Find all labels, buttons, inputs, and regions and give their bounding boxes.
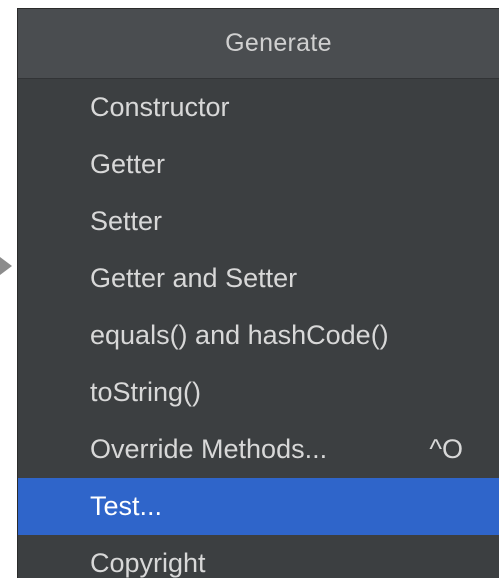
menu-item-label: Copyright (90, 548, 206, 578)
generate-popup-menu: Generate Constructor Getter Setter Gette… (17, 8, 499, 578)
pointer-arrow-icon (0, 257, 12, 275)
menu-item-constructor[interactable]: Constructor (18, 79, 499, 136)
menu-item-label: Getter and Setter (90, 263, 298, 293)
menu-list: Constructor Getter Setter Getter and Set… (18, 79, 499, 578)
menu-item-override-methods[interactable]: Override Methods... ^O (18, 421, 499, 478)
menu-item-setter[interactable]: Setter (18, 193, 499, 250)
popup-header: Generate (18, 9, 499, 79)
menu-item-label: equals() and hashCode() (90, 320, 389, 350)
menu-item-label: Setter (90, 206, 163, 236)
menu-item-shortcut: ^O (429, 434, 463, 464)
menu-item-label: toString() (90, 377, 202, 407)
screen: Generate Constructor Getter Setter Gette… (0, 0, 499, 578)
menu-item-getter[interactable]: Getter (18, 136, 499, 193)
menu-item-getter-and-setter[interactable]: Getter and Setter (18, 250, 499, 307)
popup-title: Generate (225, 29, 332, 57)
menu-item-label: Test... (90, 491, 163, 521)
menu-item-test[interactable]: Test... (18, 478, 499, 535)
menu-item-tostring[interactable]: toString() (18, 364, 499, 421)
menu-item-copyright[interactable]: Copyright (18, 535, 499, 578)
menu-item-equals-hashcode[interactable]: equals() and hashCode() (18, 307, 499, 364)
menu-item-label: Getter (90, 149, 166, 179)
menu-item-label: Constructor (90, 92, 230, 122)
menu-item-label: Override Methods... (90, 434, 328, 464)
